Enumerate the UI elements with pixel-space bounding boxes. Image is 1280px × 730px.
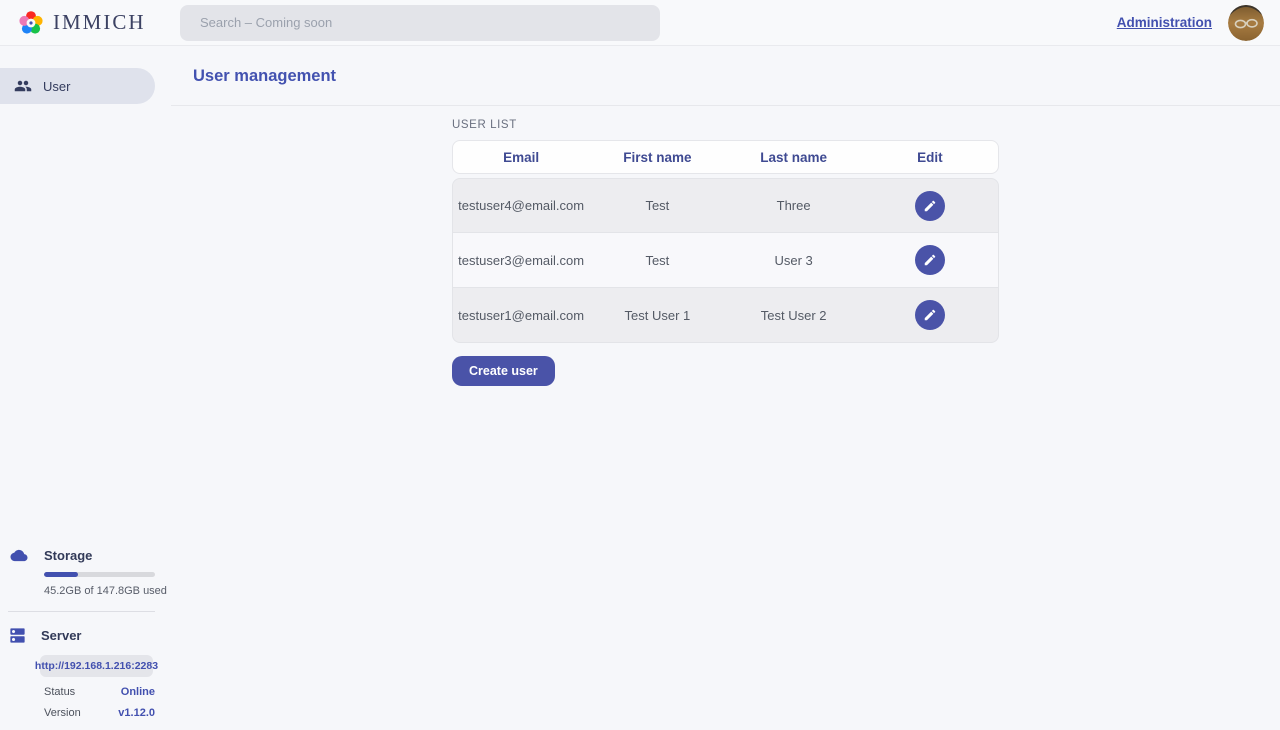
- page-title-block: User management: [171, 47, 1280, 106]
- server-section-header: Server: [8, 626, 155, 645]
- column-header-last-name: Last name: [726, 150, 862, 165]
- create-user-button[interactable]: Create user: [452, 356, 555, 386]
- table-row: testuser1@email.com Test User 1 Test Use…: [452, 288, 999, 343]
- immich-logo[interactable]: IMMICH: [0, 10, 180, 36]
- sidebar-divider: [8, 611, 155, 612]
- user-list-section: USER LIST Email First name Last name Edi…: [452, 119, 999, 386]
- administration-link[interactable]: Administration: [1117, 15, 1212, 30]
- table-row: testuser3@email.com Test User 3: [452, 233, 999, 288]
- version-value: v1.12.0: [118, 707, 155, 719]
- cell-first-name: Test: [589, 198, 725, 213]
- edit-user-button[interactable]: [915, 300, 945, 330]
- pencil-icon: [923, 199, 937, 213]
- server-url: http://192.168.1.216:2283: [35, 660, 158, 672]
- storage-section-header: Storage: [8, 547, 155, 564]
- column-header-first-name: First name: [589, 150, 725, 165]
- pencil-icon: [923, 253, 937, 267]
- cell-email: testuser1@email.com: [453, 308, 589, 323]
- pencil-icon: [923, 308, 937, 322]
- server-version-row: Version v1.12.0: [44, 707, 155, 719]
- storage-progress-bar: [44, 572, 155, 577]
- sidebar-item-user[interactable]: User: [0, 68, 155, 104]
- immich-flower-icon: [18, 10, 44, 36]
- server-url-badge: http://192.168.1.216:2283: [40, 655, 153, 677]
- column-header-email: Email: [453, 150, 589, 165]
- sidebar-status-panel: Storage 45.2GB of 147.8GB used Server ht…: [8, 547, 155, 719]
- storage-title: Storage: [44, 548, 92, 563]
- top-bar: IMMICH Administration: [0, 0, 1280, 46]
- topbar-right: Administration: [1117, 5, 1280, 41]
- cell-email: testuser4@email.com: [453, 198, 589, 213]
- server-icon: [8, 626, 27, 645]
- edit-user-button[interactable]: [915, 191, 945, 221]
- people-icon: [14, 77, 32, 95]
- logo-wordmark: IMMICH: [53, 10, 146, 35]
- cloud-icon: [8, 547, 30, 564]
- storage-usage-text: 45.2GB of 147.8GB used: [44, 585, 155, 597]
- user-avatar[interactable]: [1228, 5, 1264, 41]
- cell-first-name: Test: [589, 253, 725, 268]
- cell-email: testuser3@email.com: [453, 253, 589, 268]
- immich-admin-app: IMMICH Administration: [0, 0, 1280, 730]
- section-title: USER LIST: [452, 119, 999, 131]
- table-row: testuser4@email.com Test Three: [452, 178, 999, 233]
- status-label: Status: [44, 686, 75, 698]
- storage-progress-fill: [44, 572, 78, 577]
- cell-last-name: Three: [726, 198, 862, 213]
- server-title: Server: [41, 628, 81, 643]
- server-status-row: Status Online: [44, 686, 155, 698]
- search-input[interactable]: [180, 5, 660, 41]
- table-header-row: Email First name Last name Edit: [452, 140, 999, 174]
- sidebar: User Storage 45.2GB of 147.8GB used Serv…: [0, 47, 171, 730]
- sidebar-item-label: User: [43, 79, 70, 94]
- edit-user-button[interactable]: [915, 245, 945, 275]
- cell-first-name: Test User 1: [589, 308, 725, 323]
- cell-last-name: User 3: [726, 253, 862, 268]
- user-table: testuser4@email.com Test Three testuser3…: [452, 178, 999, 343]
- status-value: Online: [121, 686, 155, 698]
- avatar-photo: [1228, 5, 1264, 41]
- cell-last-name: Test User 2: [726, 308, 862, 323]
- column-header-edit: Edit: [862, 150, 998, 165]
- page-title: User management: [193, 67, 336, 86]
- main-content: User management USER LIST Email First na…: [171, 47, 1280, 730]
- version-label: Version: [44, 707, 81, 719]
